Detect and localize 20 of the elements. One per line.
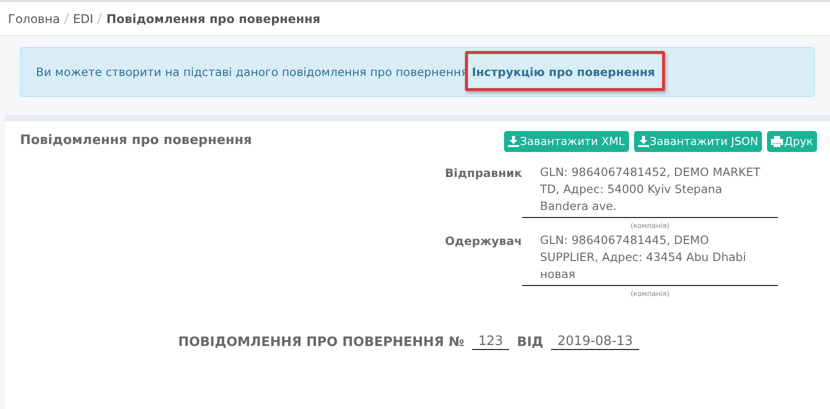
printer-icon bbox=[771, 136, 784, 147]
document-heading: ПОВІДОМЛЕННЯ ПРО ПОВЕРНЕННЯ № bbox=[178, 335, 464, 350]
breadcrumb-item[interactable]: EDI bbox=[72, 12, 94, 26]
party-label: Одержувач bbox=[444, 233, 523, 250]
instruction-link[interactable]: Інструкцію про повернення bbox=[472, 65, 656, 79]
alert-text: Ви можете створити на підставі даного повідомлення про повернення bbox=[36, 65, 468, 79]
download-icon bbox=[638, 136, 649, 147]
card-title: Повідомлення про повернення bbox=[20, 132, 252, 150]
download-icon bbox=[508, 136, 520, 147]
breadcrumb-item[interactable]: Головна bbox=[8, 12, 60, 26]
party-value: GLN: 9864067481452, DEMO MARKET TD, Адрес: 54000 Kyiv Stepana Bandera ave. bbox=[539, 164, 762, 215]
date-label: ВІД bbox=[517, 335, 544, 350]
document-number: 123 bbox=[472, 334, 510, 350]
party-label: Відправник bbox=[444, 165, 524, 182]
breadcrumb-item: Повідомлення про повернення bbox=[106, 12, 320, 26]
download-button[interactable]: Завантажити XML bbox=[504, 131, 629, 152]
party-value: GLN: 9864067481445, DEMO SUPPLIER, Адрес: 43454 Abu Dhabi новая bbox=[539, 232, 748, 283]
document-date: 2019-08-13 bbox=[551, 334, 639, 350]
print-button[interactable]: Друк bbox=[767, 131, 817, 152]
download-button[interactable]: Завантажити JSON bbox=[634, 131, 762, 152]
